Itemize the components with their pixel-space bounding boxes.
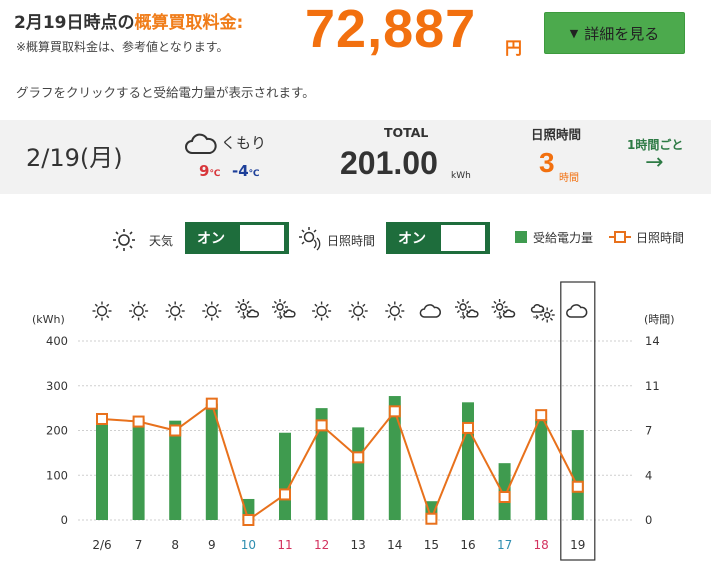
power-bar bbox=[352, 427, 365, 520]
sunshine-point bbox=[315, 419, 328, 432]
y-right-tick: 7 bbox=[645, 424, 652, 438]
price-amount: 72,887 bbox=[305, 0, 477, 59]
triangle-down-icon: ▼ bbox=[569, 26, 579, 40]
power-bar bbox=[96, 419, 108, 520]
y-right-tick: 0 bbox=[645, 513, 652, 527]
sun-icon bbox=[113, 229, 135, 251]
sunshine-toggle-label: 日照時間 bbox=[327, 234, 376, 248]
sunshine-point bbox=[388, 405, 401, 418]
x-tick-label: 17 bbox=[497, 538, 512, 552]
power-bar bbox=[132, 419, 145, 520]
sun-icon bbox=[129, 301, 149, 321]
sunshine-toggle-state: オン bbox=[398, 231, 426, 247]
x-tick-label: 2/6 bbox=[92, 538, 111, 552]
sunshine-point bbox=[498, 490, 511, 503]
x-tick-label: 15 bbox=[424, 538, 439, 552]
sunshine-point bbox=[132, 415, 145, 428]
y-right-unit: (時間) bbox=[644, 313, 675, 326]
sunshine-point bbox=[169, 424, 182, 437]
y-right-tick: 14 bbox=[645, 334, 660, 348]
total-unit: kWh bbox=[451, 171, 471, 181]
y-left-tick: 0 bbox=[61, 513, 68, 527]
temp-max: 9℃ bbox=[199, 162, 221, 180]
sunshine-point bbox=[535, 409, 548, 422]
x-tick-label: 19 bbox=[570, 538, 585, 552]
x-tick-label: 11 bbox=[277, 538, 292, 552]
weather-toggle-label: 天気 bbox=[149, 234, 174, 248]
x-tick-label: 12 bbox=[314, 538, 329, 552]
price-unit: 円 bbox=[505, 39, 522, 59]
sunshine-point bbox=[242, 514, 255, 526]
sunshine-value: 3 bbox=[539, 147, 555, 178]
sun-icon bbox=[92, 301, 112, 321]
y-left-tick: 300 bbox=[46, 379, 68, 393]
sunshine-point bbox=[571, 480, 584, 493]
y-right-tick: 4 bbox=[645, 468, 652, 482]
price-title-highlight: 概算買取料金: bbox=[134, 13, 244, 33]
cloud-icon bbox=[185, 133, 217, 154]
power-bar bbox=[279, 432, 291, 520]
sun-icon bbox=[165, 301, 185, 321]
x-tick-label: 13 bbox=[351, 538, 366, 552]
temp-min: -4℃ bbox=[232, 162, 260, 180]
cloud-icon bbox=[419, 304, 441, 318]
sunshine-point bbox=[205, 397, 218, 410]
sun-to-rain-icon bbox=[235, 299, 260, 320]
sunshine-point bbox=[352, 451, 365, 464]
power-chart[interactable]: (kWh) (時間) 0 100 200 300 400 0 4 7 11 14 2/6 7 8 9 10 11 1… bbox=[0, 280, 711, 570]
sun-icon bbox=[202, 301, 222, 321]
power-bar bbox=[205, 403, 218, 520]
detail-button[interactable]: ▼ 詳細を見る bbox=[544, 12, 685, 54]
power-bar bbox=[535, 419, 548, 520]
weather-label: くもり bbox=[221, 134, 267, 152]
sunshine-unit: 時間 bbox=[559, 173, 579, 184]
x-tick-label: 8 bbox=[171, 538, 179, 552]
sunshine-point bbox=[462, 421, 474, 434]
total-label: TOTAL bbox=[384, 125, 429, 140]
sun-to-rain-icon bbox=[491, 299, 516, 320]
toggle-knob bbox=[441, 225, 485, 251]
legend-power-swatch bbox=[515, 231, 527, 243]
y-left-tick: 200 bbox=[46, 424, 68, 438]
detail-button-label: 詳細を見る bbox=[584, 24, 660, 43]
sun-icon bbox=[312, 301, 332, 321]
sun-icon bbox=[348, 301, 368, 321]
toggle-knob bbox=[240, 225, 284, 251]
selected-date: 2/19(月) bbox=[26, 144, 123, 172]
chart-hint: グラフをクリックすると受給電力量が表示されます。 bbox=[16, 85, 315, 100]
sunshine-toggle[interactable]: オン bbox=[386, 222, 490, 254]
y-right-tick: 11 bbox=[645, 379, 660, 393]
x-tick-label: 9 bbox=[208, 538, 216, 552]
sunshine-point bbox=[425, 512, 438, 525]
sunshine-icon bbox=[299, 227, 321, 251]
y-left-unit: (kWh) bbox=[32, 313, 65, 326]
total-value: 201.00 bbox=[340, 145, 438, 181]
x-tick-label: 14 bbox=[387, 538, 402, 552]
price-title-prefix: 2月19日時点の bbox=[14, 13, 135, 33]
sunshine-point bbox=[96, 412, 108, 425]
weather-toggle-state: オン bbox=[197, 231, 225, 247]
sun-icon bbox=[385, 301, 405, 321]
legend-sunshine-label: 日照時間 bbox=[636, 231, 685, 245]
price-note: ※概算買取料金は、参考値となります。 bbox=[16, 40, 229, 54]
power-bar bbox=[462, 402, 474, 520]
sun-to-rain-icon bbox=[272, 299, 296, 320]
x-tick-label: 10 bbox=[241, 538, 256, 552]
weather-toggle[interactable]: オン bbox=[185, 222, 289, 254]
x-tick-label: 7 bbox=[135, 538, 143, 552]
sunshine-label: 日照時間 bbox=[531, 127, 582, 142]
sun-to-cloud-icon bbox=[455, 299, 479, 320]
cloud-icon bbox=[566, 304, 588, 318]
x-tick-label: 16 bbox=[460, 538, 475, 552]
legend-sunshine-swatch bbox=[609, 231, 631, 243]
power-bar bbox=[571, 430, 584, 520]
price-title: 2月19日時点の概算買取料金: bbox=[14, 8, 243, 33]
legend-power-label: 受給電力量 bbox=[533, 231, 594, 245]
arrow-right-icon[interactable]: → bbox=[645, 150, 663, 175]
x-tick-label: 18 bbox=[534, 538, 549, 552]
rain-to-sun-icon bbox=[530, 304, 555, 323]
y-left-tick: 400 bbox=[46, 334, 68, 348]
sunshine-point bbox=[279, 488, 291, 501]
y-left-tick: 100 bbox=[46, 468, 68, 482]
